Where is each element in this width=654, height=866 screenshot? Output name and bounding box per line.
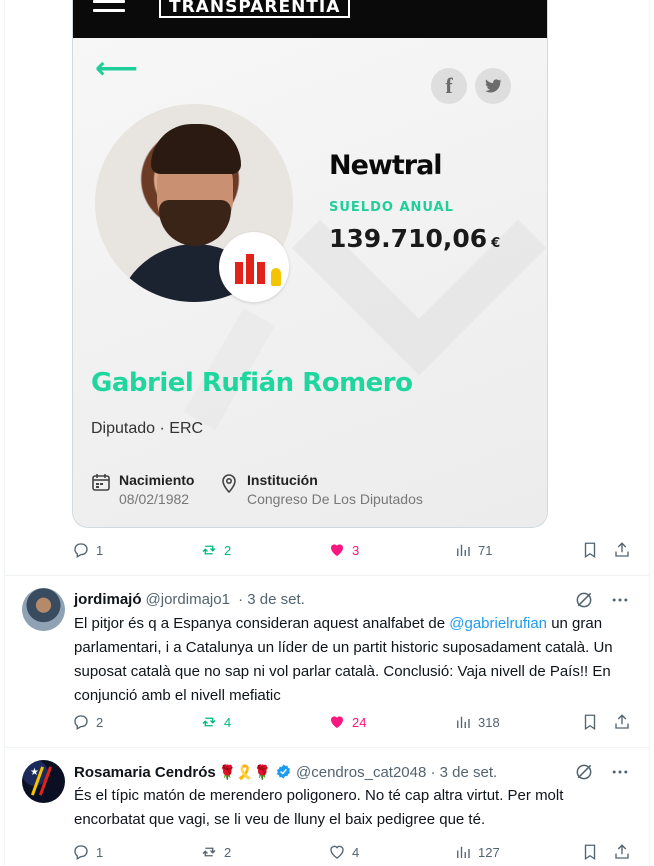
bookmark-icon <box>584 844 596 861</box>
location-pin-icon <box>219 472 239 499</box>
repost-icon <box>202 545 216 555</box>
repost-count: 2 <box>224 543 232 558</box>
separator-dot: · <box>426 764 440 781</box>
salary-label: SUELDO ANUAL <box>329 200 454 215</box>
reply-icon <box>74 715 88 730</box>
reply-button[interactable]: 1 <box>72 843 103 863</box>
repost-icon <box>202 717 216 727</box>
yellow-ribbon-icon <box>271 268 281 286</box>
view-count: 71 <box>478 543 493 558</box>
views-button[interactable]: 71 <box>454 541 492 561</box>
analytics-icon <box>457 846 470 858</box>
calendar-icon <box>91 472 111 497</box>
reply-action-bar: 2 4 24 318 <box>72 713 634 733</box>
reply-count: 2 <box>96 715 104 730</box>
bookmark-button[interactable] <box>581 713 601 733</box>
heart-filled-icon <box>331 716 343 728</box>
hamburger-menu-icon <box>93 0 125 16</box>
tweet-text: És el típic matón de merendero poligoner… <box>74 787 564 828</box>
reply-icon <box>74 543 88 558</box>
view-count: 318 <box>478 715 500 730</box>
avatar[interactable] <box>22 588 65 631</box>
institution-value: Congreso De Los Diputados <box>247 491 423 507</box>
heart-filled-icon <box>331 544 343 556</box>
reply-button[interactable]: 1 <box>72 541 103 561</box>
party-logo-erc <box>219 232 289 302</box>
timestamp[interactable]: 3 de set. <box>440 764 498 781</box>
post-action-bar: 1 2 3 71 <box>72 541 634 561</box>
like-count: 4 <box>352 845 360 860</box>
media-body: ⟵ f Newtral SUELDO ANUAL 139.710,06 € Gab… <box>73 38 547 527</box>
more-options-icon[interactable] <box>610 590 630 610</box>
media-header-bar: TRANSPARENTIA <box>73 0 547 38</box>
like-count: 3 <box>352 543 360 558</box>
grok-icon[interactable] <box>574 762 594 782</box>
salary-amount: 139.710,06 <box>329 224 488 253</box>
views-button[interactable]: 127 <box>454 843 500 863</box>
transparentia-logo: TRANSPARENTIA <box>159 0 351 18</box>
repost-button[interactable]: 4 <box>200 713 231 733</box>
share-icon <box>615 714 629 729</box>
birth-value: 08/02/1982 <box>119 491 190 507</box>
timestamp[interactable]: 3 de set. <box>247 591 305 608</box>
facebook-icon: f <box>431 68 467 104</box>
share-button[interactable] <box>613 541 633 561</box>
bookmark-icon <box>584 542 596 559</box>
name-emojis: 🌹🎗️🌹 <box>218 764 272 780</box>
repost-count: 2 <box>224 845 232 860</box>
analytics-icon <box>457 716 470 728</box>
newtral-logo: Newtral <box>329 150 443 181</box>
like-button[interactable]: 4 <box>328 843 359 863</box>
tweet-header: Rosamaria Cendrós 🌹🎗️🌹 @cendros_cat2048 · … <box>74 762 497 782</box>
mention-link[interactable]: @gabrielrufian <box>449 615 547 632</box>
repost-count: 4 <box>224 715 232 730</box>
grok-icon[interactable] <box>574 590 594 610</box>
reply-action-bar: 1 2 4 127 <box>72 843 634 863</box>
person-name: Gabriel Rufián Romero <box>91 368 413 398</box>
share-icon <box>615 542 629 557</box>
verified-badge-icon <box>276 764 291 779</box>
reply-icon <box>74 845 88 860</box>
share-button[interactable] <box>613 713 633 733</box>
like-button[interactable]: 3 <box>328 541 359 561</box>
tweet-text-part: El pitjor és q a Espanya consideran aque… <box>74 615 450 632</box>
institution-label: Institución <box>247 472 318 488</box>
twitter-bird-icon <box>475 68 511 104</box>
avatar[interactable]: ★ <box>22 760 65 803</box>
reply-button[interactable]: 2 <box>72 713 103 733</box>
arrow-left-icon: ⟵ <box>95 52 139 85</box>
post-media-image[interactable]: TRANSPARENTIA ⟵ f Newtral SUELDO ANUAL 1… <box>72 0 548 528</box>
tweet-header: jordimajó @jordimajo1 · 3 de set. <box>74 590 305 610</box>
reply-count: 1 <box>96 845 104 860</box>
bookmark-button[interactable] <box>581 843 601 863</box>
tweet-header-icons <box>574 762 634 782</box>
views-button[interactable]: 318 <box>454 713 500 733</box>
repost-button[interactable]: 2 <box>200 541 231 561</box>
bookmark-button[interactable] <box>581 541 601 561</box>
user-handle[interactable]: @cendros_cat2048 <box>296 764 426 781</box>
repost-button[interactable]: 2 <box>200 843 231 863</box>
reply-count: 1 <box>96 543 104 558</box>
person-role: Diputado · ERC <box>91 420 204 437</box>
like-button[interactable]: 24 <box>328 713 366 733</box>
share-button[interactable] <box>613 843 633 863</box>
birth-label: Nacimiento <box>119 472 195 488</box>
tweet-header-icons <box>574 590 634 610</box>
tweet-text: El pitjor és q a Espanya consideran aque… <box>74 612 630 708</box>
display-name[interactable]: jordimajó <box>74 591 142 608</box>
heart-outline-icon <box>330 845 344 859</box>
separator-dot: · <box>233 591 248 608</box>
display-name[interactable]: Rosamaria Cendrós <box>74 764 216 781</box>
user-handle[interactable]: @jordimajo1 <box>146 591 230 608</box>
bookmark-icon <box>584 714 596 731</box>
more-options-icon[interactable] <box>610 762 630 782</box>
analytics-icon <box>457 544 470 556</box>
salary-currency: € <box>491 236 501 251</box>
salary-value: 139.710,06 € <box>329 224 500 253</box>
like-count: 24 <box>352 715 367 730</box>
share-icon <box>615 844 629 859</box>
repost-icon <box>202 847 216 857</box>
view-count: 127 <box>478 845 500 860</box>
